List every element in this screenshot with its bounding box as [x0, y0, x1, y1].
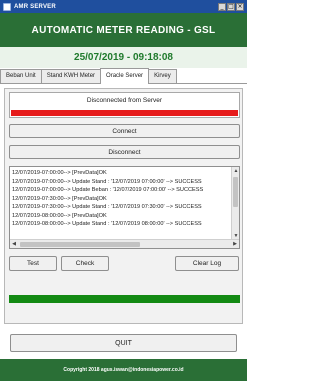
- log-line: 12/07/2019-07:00:00--> [PrevData]OK: [12, 170, 107, 176]
- copyright-footer: Copyright 2018 agus.iswan@indonesiapower…: [0, 359, 247, 381]
- scroll-thumb[interactable]: [233, 177, 238, 207]
- status-indicator-bar: [9, 295, 240, 303]
- tab-strip: Beban Unit Stand KWH Meter Oracle Server…: [0, 68, 247, 84]
- window-controls: _ □ ×: [217, 2, 244, 11]
- maximize-button[interactable]: □: [227, 2, 235, 11]
- app-title: AUTOMATIC METER READING - GSL: [0, 13, 247, 47]
- scroll-left-icon[interactable]: ◀: [10, 240, 18, 248]
- check-button[interactable]: Check: [61, 256, 109, 271]
- connection-status-indicator: [11, 110, 238, 116]
- log-line: 12/07/2019-07:30:00--> [PrevData]OK: [12, 195, 107, 202]
- connection-status-box: Disconnected from Server: [9, 92, 240, 118]
- disconnect-button[interactable]: Disconnect: [9, 145, 240, 159]
- close-button[interactable]: ×: [236, 2, 244, 11]
- tab-oracle-server[interactable]: Oracle Server: [100, 68, 150, 84]
- log-textbox[interactable]: 12/07/2019-07:00:00--> [PrevData]OK 12/0…: [9, 166, 240, 249]
- test-button[interactable]: Test: [9, 256, 57, 271]
- log-line: 12/07/2019-07:30:00--> Update Stand : '1…: [12, 204, 202, 210]
- connect-button[interactable]: Connect: [9, 124, 240, 138]
- datetime-display: 25/07/2019 - 09:18:08: [0, 47, 247, 68]
- oracle-server-panel: Disconnected from Server Connect Disconn…: [4, 88, 243, 324]
- scroll-right-icon[interactable]: ▶: [231, 240, 239, 248]
- scroll-up-icon[interactable]: ▲: [232, 167, 239, 175]
- quit-button[interactable]: QUIT: [10, 334, 237, 352]
- log-vertical-scrollbar[interactable]: ▲ ▼: [231, 167, 239, 240]
- log-horizontal-scrollbar[interactable]: ◀ ▶: [10, 239, 239, 248]
- log-lines: 12/07/2019-07:00:00--> [PrevData]OK 12/0…: [12, 169, 230, 237]
- log-line: 12/07/2019-07:00:00--> Update Beban : '1…: [12, 187, 204, 193]
- minimize-button[interactable]: _: [218, 2, 226, 11]
- window-titlebar: AMR SERVER _ □ ×: [0, 0, 247, 13]
- clear-log-button[interactable]: Clear Log: [175, 256, 239, 271]
- tab-stand-kwh-meter[interactable]: Stand KWH Meter: [40, 69, 102, 83]
- connection-status-text: Disconnected from Server: [86, 97, 163, 104]
- tab-beban-unit[interactable]: Beban Unit: [0, 69, 42, 83]
- log-line: 12/07/2019-08:00:00--> Update Stand : '1…: [12, 221, 202, 227]
- app-icon: [3, 2, 11, 11]
- window-title: AMR SERVER: [14, 3, 56, 10]
- log-line: 12/07/2019-07:00:00--> Update Stand : '1…: [12, 178, 202, 185]
- log-line: 12/07/2019-08:00:00--> [PrevData]OK: [12, 212, 107, 219]
- scroll-thumb[interactable]: [20, 242, 140, 247]
- tab-kirvey[interactable]: Kirvey: [148, 69, 177, 83]
